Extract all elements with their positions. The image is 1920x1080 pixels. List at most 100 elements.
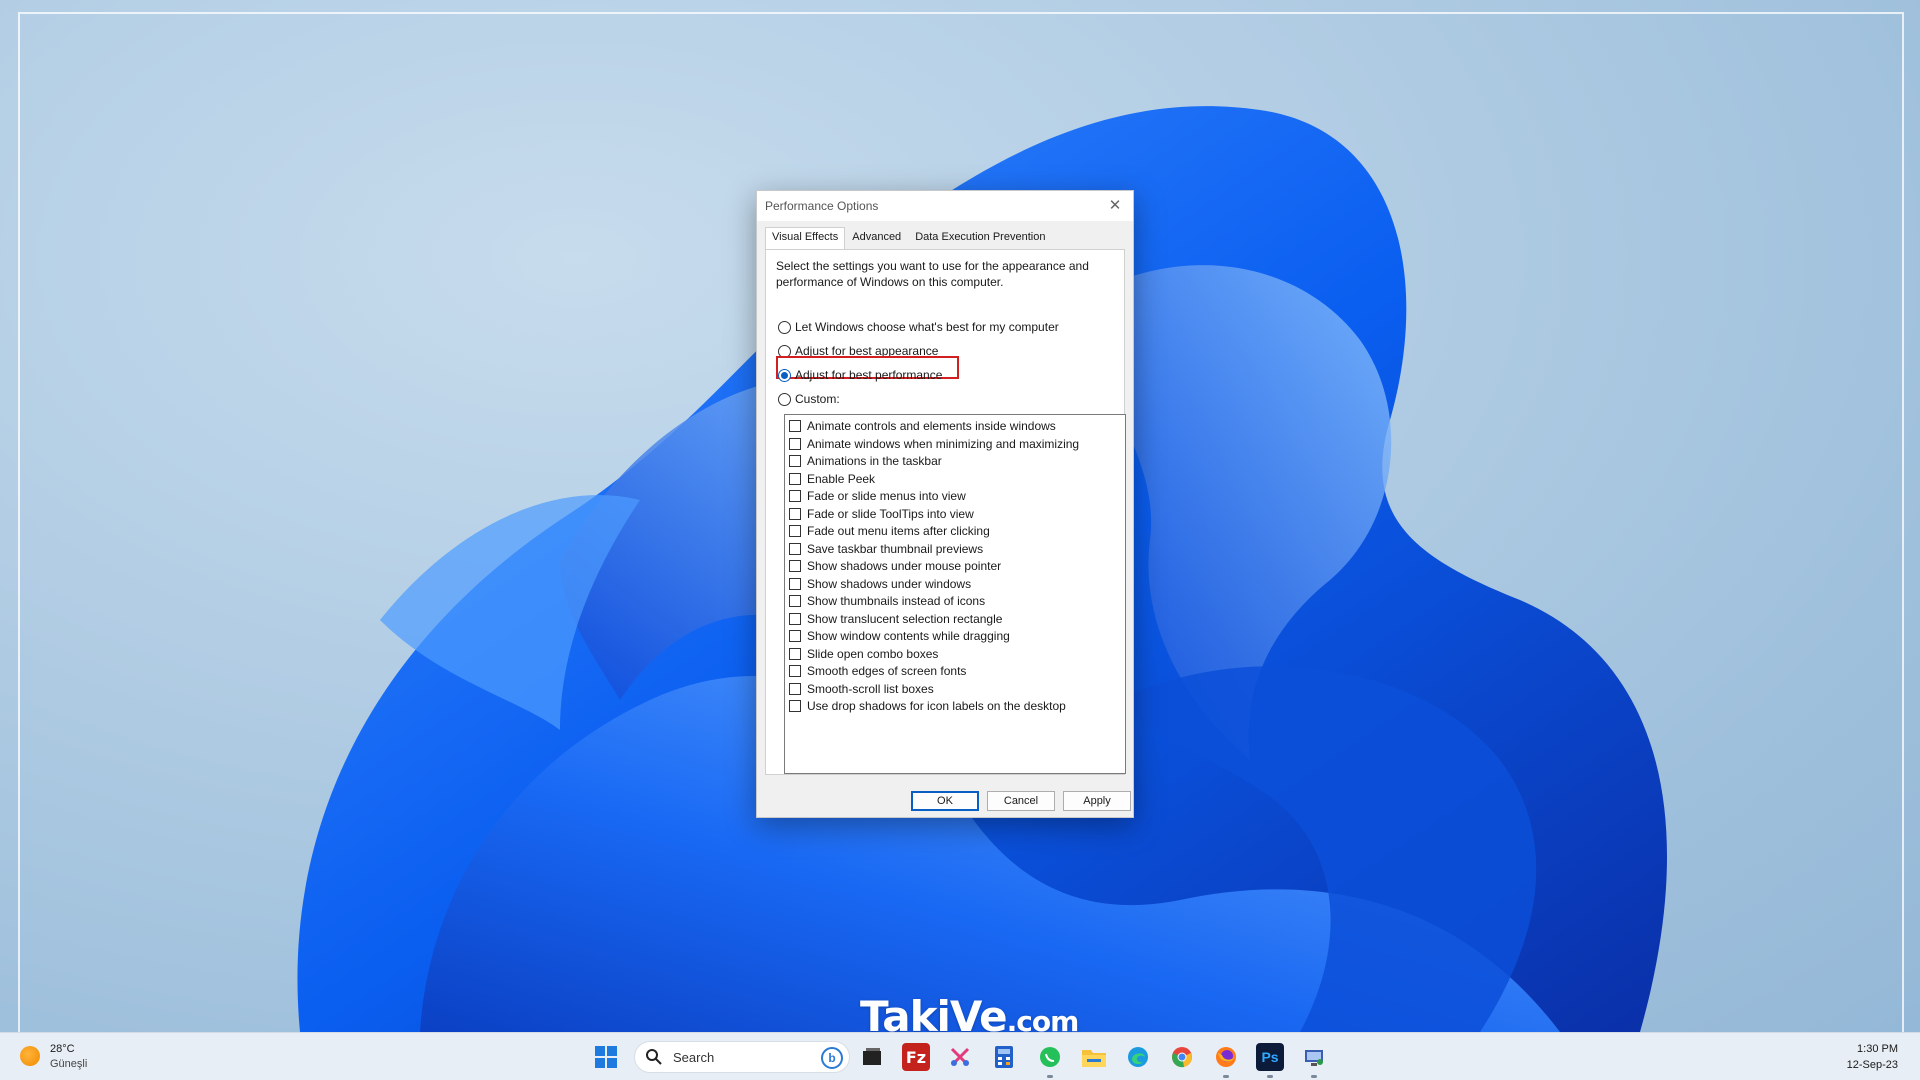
effect-label: Show translucent selection rectangle (807, 611, 1003, 626)
checkbox[interactable] (789, 612, 801, 625)
checkbox[interactable] (789, 419, 801, 432)
effect-checkbox-row[interactable]: Show translucent selection rectangle (789, 610, 1002, 627)
visual-effects-panel: Select the settings you want to use for … (765, 249, 1126, 775)
effect-label: Show shadows under windows (807, 576, 972, 591)
tab-visual-effects[interactable]: Visual Effects (765, 227, 846, 250)
close-icon[interactable]: ✕ (1103, 195, 1127, 217)
tab-data-execution-prevention[interactable]: Data Execution Prevention (908, 227, 1052, 249)
effect-checkbox-row[interactable]: Smooth edges of screen fonts (789, 662, 966, 679)
network-monitor-icon[interactable] (1300, 1043, 1328, 1071)
dialog-titlebar[interactable]: Performance Options ✕ (757, 191, 1133, 221)
snipping-tool-icon[interactable] (946, 1043, 974, 1071)
checkbox[interactable] (789, 437, 801, 450)
task-view-icon[interactable] (858, 1043, 886, 1071)
performance-options-dialog: Performance Options ✕ Visual Effects Adv… (756, 190, 1134, 818)
whatsapp-icon[interactable] (1036, 1043, 1064, 1071)
checkbox[interactable] (789, 682, 801, 695)
panel-description: Select the settings you want to use for … (776, 259, 1089, 289)
sun-icon[interactable] (20, 1046, 40, 1066)
checkbox[interactable] (789, 472, 801, 485)
radio-button[interactable] (778, 392, 791, 406)
radio-best-performance[interactable]: Adjust for best performance (778, 366, 942, 384)
start-icon[interactable] (592, 1043, 620, 1071)
effect-label: Smooth-scroll list boxes (807, 681, 934, 696)
calculator-icon[interactable] (990, 1043, 1018, 1071)
checkbox[interactable] (789, 507, 801, 520)
apply-button[interactable]: Apply (1063, 791, 1131, 811)
effect-label: Smooth edges of screen fonts (807, 663, 967, 678)
effects-listbox[interactable]: Animate controls and elements inside win… (784, 414, 1126, 774)
edge-icon[interactable] (1124, 1043, 1152, 1071)
system-clock[interactable]: 1:30 PM 12-Sep-23 (1847, 1041, 1898, 1073)
photoshop-icon[interactable]: Ps (1256, 1043, 1284, 1071)
cancel-button[interactable]: Cancel (987, 791, 1055, 811)
running-indicator (1047, 1075, 1053, 1078)
checkbox[interactable] (789, 664, 801, 677)
effect-checkbox-row[interactable]: Fade out menu items after clicking (789, 522, 990, 539)
effect-checkbox-row[interactable]: Show shadows under mouse pointer (789, 557, 1001, 574)
radio-label: Custom: (795, 392, 840, 406)
effect-checkbox-row[interactable]: Show thumbnails instead of icons (789, 592, 985, 609)
effect-checkbox-row[interactable]: Use drop shadows for icon labels on the … (789, 697, 1066, 714)
effect-checkbox-row[interactable]: Animate windows when minimizing and maxi… (789, 435, 1079, 452)
checkbox[interactable] (789, 577, 801, 590)
effect-label: Show window contents while dragging (807, 628, 1010, 643)
checkbox[interactable] (789, 629, 801, 642)
checkbox[interactable] (789, 594, 801, 607)
effect-label: Enable Peek (807, 471, 876, 486)
radio-button[interactable] (778, 320, 791, 334)
effect-label: Show shadows under mouse pointer (807, 558, 1002, 573)
taskbar: 28°C Güneşli Search b Fz Ps 1:30 PM 12-S… (0, 1032, 1920, 1080)
checkbox[interactable] (789, 524, 801, 537)
checkbox[interactable] (789, 647, 801, 660)
weather-temperature[interactable]: 28°C (50, 1043, 75, 1055)
effect-checkbox-row[interactable]: Fade or slide menus into view (789, 487, 966, 504)
tab-strip: Visual Effects Advanced Data Execution P… (765, 227, 1052, 250)
checkbox[interactable] (789, 489, 801, 502)
radio-label: Let Windows choose what's best for my co… (795, 320, 1059, 334)
effect-checkbox-row[interactable]: Enable Peek (789, 470, 875, 487)
file-explorer-icon[interactable] (1080, 1043, 1108, 1071)
checkbox[interactable] (789, 559, 801, 572)
chrome-icon[interactable] (1168, 1043, 1196, 1071)
effect-label: Fade or slide menus into view (807, 488, 966, 503)
effect-label: Slide open combo boxes (807, 646, 939, 661)
effect-checkbox-row[interactable]: Fade or slide ToolTips into view (789, 505, 974, 522)
effect-checkbox-row[interactable]: Animations in the taskbar (789, 452, 942, 469)
effect-checkbox-row[interactable]: Smooth-scroll list boxes (789, 680, 934, 697)
taskbar-search-box[interactable]: Search b (634, 1041, 850, 1073)
effect-label: Fade or slide ToolTips into view (807, 506, 974, 521)
checkbox[interactable] (789, 542, 801, 555)
effect-checkbox-row[interactable]: Show window contents while dragging (789, 627, 1010, 644)
effect-checkbox-row[interactable]: Show shadows under windows (789, 575, 971, 592)
checkbox[interactable] (789, 454, 801, 467)
effect-label: Save taskbar thumbnail previews (807, 541, 984, 556)
effect-label: Use drop shadows for icon labels on the … (807, 698, 1066, 713)
effect-label: Animate controls and elements inside win… (807, 418, 1056, 433)
takive-watermark: TakiVe.com (860, 992, 1079, 1032)
dialog-title: Performance Options (765, 199, 879, 213)
ok-button[interactable]: OK (911, 791, 979, 811)
effect-checkbox-row[interactable]: Save taskbar thumbnail previews (789, 540, 983, 557)
checkbox[interactable] (789, 699, 801, 712)
clock-date: 12-Sep-23 (1846, 1059, 1898, 1071)
radio-let-windows-choose[interactable]: Let Windows choose what's best for my co… (778, 318, 1059, 336)
running-indicator (1223, 1075, 1229, 1078)
bing-icon[interactable]: b (821, 1047, 843, 1069)
search-icon (646, 1049, 662, 1065)
radio-button-selected[interactable] (778, 368, 791, 382)
radio-custom[interactable]: Custom: (778, 390, 840, 408)
clock-time: 1:30 PM (1857, 1043, 1898, 1055)
effect-label: Animations in the taskbar (807, 453, 942, 468)
effect-label: Show thumbnails instead of icons (807, 593, 986, 608)
tab-advanced[interactable]: Advanced (845, 227, 908, 249)
running-indicator (1311, 1075, 1317, 1078)
effect-checkbox-row[interactable]: Animate controls and elements inside win… (789, 417, 1056, 434)
filezilla-icon[interactable]: Fz (902, 1043, 930, 1071)
effect-checkbox-row[interactable]: Slide open combo boxes (789, 645, 938, 662)
running-indicator (1267, 1075, 1273, 1078)
effect-label: Fade out menu items after clicking (807, 523, 990, 538)
search-placeholder: Search (673, 1049, 715, 1065)
weather-condition[interactable]: Güneşli (50, 1058, 87, 1070)
firefox-icon[interactable] (1212, 1043, 1240, 1071)
